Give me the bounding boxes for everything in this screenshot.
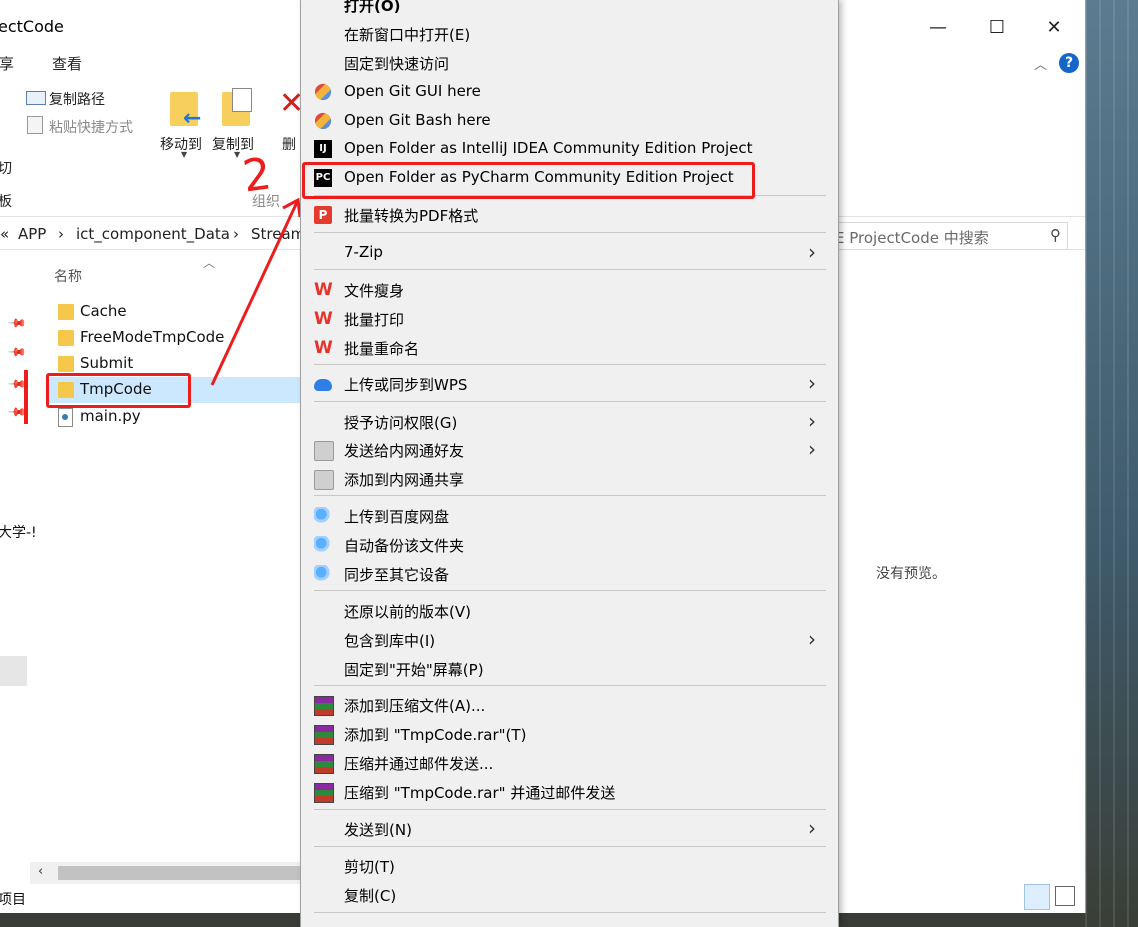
submenu-chevron-icon: ›	[808, 627, 816, 651]
context-menu-item[interactable]: 同步至其它设备	[301, 560, 838, 588]
menu-separator	[314, 269, 826, 270]
context-menu-item-label: 压缩到 "TmpCode.rar" 并通过邮件发送	[344, 784, 616, 802]
context-menu-item-label: 发送到(N)	[344, 821, 412, 839]
context-menu-item-label: Open Git Bash here	[344, 111, 491, 129]
share-icon	[314, 470, 334, 490]
menu-separator	[314, 364, 826, 365]
context-menu-item[interactable]: 还原以前的版本(V)	[301, 597, 838, 625]
context-menu-item-label: 批量打印	[344, 311, 405, 329]
context-menu: 打开(O) 在新窗口中打开(E) 固定到快速访问 Open Git GUI here O…	[300, 0, 839, 927]
winrar-icon	[314, 754, 334, 774]
menu-separator	[314, 401, 826, 402]
context-menu-item-label: 打开(O)	[344, 0, 401, 15]
context-menu-item-label: 在新窗口中打开(E)	[344, 26, 471, 44]
wps-icon: W	[314, 280, 333, 300]
context-menu-item-label: 还原以前的版本(V)	[344, 603, 471, 621]
winrar-icon	[314, 725, 334, 745]
context-menu-item[interactable]: W 文件瘦身	[301, 276, 838, 304]
menu-separator	[314, 846, 826, 847]
wps-icon: W	[314, 338, 333, 358]
submenu-chevron-icon: ›	[808, 437, 816, 461]
context-menu-item[interactable]: 包含到库中(I) ›	[301, 626, 838, 654]
context-menu-item[interactable]: 在新窗口中打开(E)	[301, 20, 838, 48]
menu-separator	[314, 685, 826, 686]
wps-cloud-icon	[314, 379, 332, 391]
context-menu-item-label: 剪切(T)	[344, 858, 395, 876]
context-menu-item-label: 上传到百度网盘	[344, 508, 450, 526]
menu-separator	[314, 232, 826, 233]
menu-separator	[314, 590, 826, 591]
intellij-icon: IJ	[314, 140, 332, 158]
menu-separator	[314, 495, 826, 496]
submenu-chevron-icon: ›	[808, 409, 816, 433]
context-menu-item[interactable]: Open Git Bash here	[301, 107, 838, 135]
context-menu-item[interactable]: 7-Zip ›	[301, 239, 838, 267]
context-menu-item-label: 包含到库中(I)	[344, 632, 436, 650]
context-menu-item[interactable]: 上传或同步到WPS ›	[301, 370, 838, 398]
context-menu-item[interactable]: 添加到 "TmpCode.rar"(T)	[301, 720, 838, 748]
context-menu-item[interactable]: W 批量打印	[301, 305, 838, 333]
menu-separator	[314, 809, 826, 810]
context-menu-item-label: 文件瘦身	[344, 282, 405, 300]
submenu-chevron-icon: ›	[808, 240, 816, 264]
git-icon	[314, 83, 332, 101]
context-menu-item[interactable]: 添加到内网通共享	[301, 465, 838, 493]
baidu-icon	[314, 565, 332, 583]
submenu-chevron-icon: ›	[808, 371, 816, 395]
context-menu-item[interactable]: 上传到百度网盘	[301, 502, 838, 530]
context-menu-item-label: 授予访问权限(G)	[344, 414, 458, 432]
context-menu-item-label: 批量重命名	[344, 340, 420, 358]
context-menu-item[interactable]: IJ Open Folder as IntelliJ IDEA Community…	[301, 135, 838, 163]
context-menu-item[interactable]: 压缩并通过邮件发送...	[301, 749, 838, 777]
context-menu-item[interactable]: 复制(C)	[301, 881, 838, 909]
context-menu-item-label: 添加到 "TmpCode.rar"(T)	[344, 726, 527, 744]
context-menu-item-label: 发送给内网通好友	[344, 442, 465, 460]
submenu-chevron-icon: ›	[808, 816, 816, 840]
context-menu-item-label: 添加到内网通共享	[344, 471, 465, 489]
context-menu-item[interactable]: 打开(O)	[301, 0, 838, 19]
share-icon	[314, 441, 334, 461]
context-menu-item-label: 固定到"开始"屏幕(P)	[344, 661, 484, 679]
context-menu-item-label: 上传或同步到WPS	[344, 376, 468, 394]
context-menu-item-label: 复制(C)	[344, 887, 397, 905]
git-icon	[314, 112, 332, 130]
context-menu-item-label: 7-Zip	[344, 243, 383, 261]
context-menu-item-label: 同步至其它设备	[344, 566, 450, 584]
pdf-icon: P	[314, 206, 332, 224]
context-menu-item[interactable]: 添加到压缩文件(A)...	[301, 691, 838, 719]
context-menu-item[interactable]: 压缩到 "TmpCode.rar" 并通过邮件发送	[301, 778, 838, 806]
winrar-icon	[314, 783, 334, 803]
context-menu-item[interactable]: P 批量转换为PDF格式	[301, 201, 838, 229]
context-menu-item-label: 添加到压缩文件(A)...	[344, 697, 486, 715]
baidu-icon	[314, 536, 332, 554]
context-menu-item[interactable]: 固定到"开始"屏幕(P)	[301, 655, 838, 683]
baidu-icon	[314, 507, 332, 525]
context-menu-item-label: Open Git GUI here	[344, 82, 481, 100]
context-menu-item[interactable]: 发送给内网通好友 ›	[301, 436, 838, 464]
context-menu-item-label: 固定到快速访问	[344, 55, 450, 73]
context-menu-item-label: Open Folder as IntelliJ IDEA Community E…	[344, 139, 753, 157]
context-menu-item[interactable]: 自动备份该文件夹	[301, 531, 838, 559]
annotation-highlight-pycharm	[302, 162, 755, 199]
wps-icon: W	[314, 309, 333, 329]
context-menu-item-label: 批量转换为PDF格式	[344, 207, 479, 225]
menu-separator	[314, 912, 826, 913]
context-menu-item[interactable]: 发送到(N) ›	[301, 815, 838, 843]
context-menu-item[interactable]: 剪切(T)	[301, 852, 838, 880]
context-menu-item[interactable]: 授予访问权限(G) ›	[301, 408, 838, 436]
context-menu-item-label: 压缩并通过邮件发送...	[344, 755, 494, 773]
context-menu-item[interactable]: W 批量重命名	[301, 334, 838, 362]
context-menu-item[interactable]: 固定到快速访问	[301, 49, 838, 77]
context-menu-item[interactable]: Open Git GUI here	[301, 78, 838, 106]
winrar-icon	[314, 696, 334, 716]
context-menu-item-label: 自动备份该文件夹	[344, 537, 465, 555]
